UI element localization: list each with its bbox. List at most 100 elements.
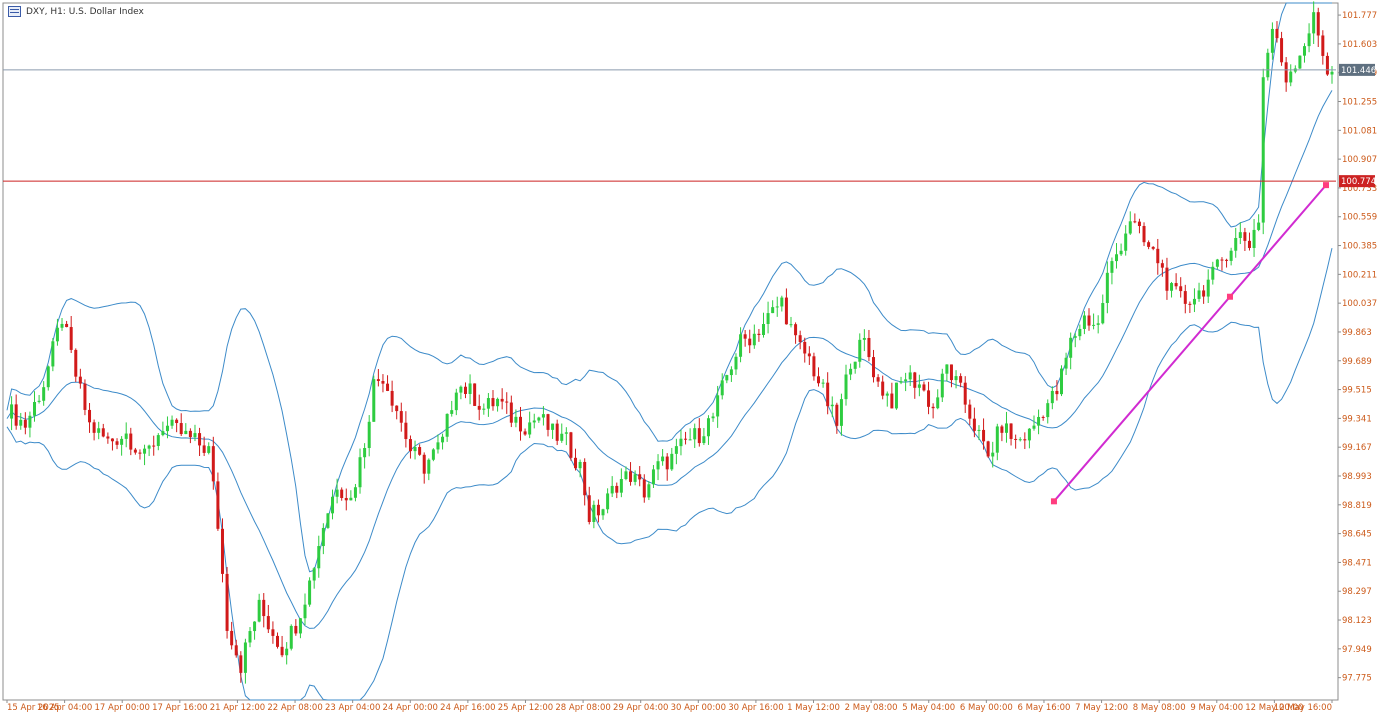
candle-body bbox=[908, 372, 912, 380]
candle-body bbox=[1289, 71, 1293, 83]
candle-body bbox=[289, 625, 293, 649]
price-tick-label: 98.297 bbox=[1342, 587, 1372, 597]
candle-body bbox=[42, 387, 46, 401]
candle-body bbox=[592, 504, 596, 523]
candle-body bbox=[528, 422, 532, 435]
candle-body bbox=[1018, 439, 1022, 441]
candle-body bbox=[858, 339, 862, 362]
trendline-start-handle[interactable] bbox=[1050, 498, 1057, 505]
candle-body bbox=[280, 646, 284, 656]
candle-body bbox=[587, 495, 591, 523]
candle-body bbox=[913, 372, 917, 388]
candle-body bbox=[927, 390, 931, 407]
candle-body bbox=[949, 364, 953, 381]
candle-body bbox=[684, 438, 688, 440]
candle-body bbox=[1046, 403, 1050, 418]
candle-body bbox=[1170, 283, 1174, 291]
candle-body bbox=[771, 307, 775, 314]
candle-body bbox=[853, 361, 857, 369]
price-tick-label: 100.559 bbox=[1342, 213, 1377, 223]
candle-body bbox=[963, 382, 967, 405]
candle-body bbox=[899, 381, 903, 383]
candle-body bbox=[1174, 283, 1178, 287]
candle-body bbox=[780, 297, 784, 307]
candle-body bbox=[1202, 290, 1206, 297]
time-tick-label: 24 Apr 00:00 bbox=[383, 703, 438, 713]
chart-window: 101.777101.603101.429101.255101.081100.9… bbox=[0, 0, 1385, 719]
candle-body bbox=[596, 504, 600, 516]
candle-body bbox=[422, 454, 426, 474]
candle-body bbox=[739, 334, 743, 357]
candle-body bbox=[101, 428, 105, 437]
candle-body bbox=[60, 323, 64, 328]
candle-body bbox=[807, 353, 811, 357]
candle-body bbox=[97, 428, 101, 433]
candle-body bbox=[211, 446, 215, 482]
time-tick-label: 6 May 16:00 bbox=[1018, 703, 1071, 713]
candle-body bbox=[1330, 71, 1334, 75]
candle-body bbox=[463, 386, 467, 394]
price-tick-label: 98.471 bbox=[1342, 558, 1372, 568]
candle-body bbox=[1050, 390, 1054, 404]
candle-body bbox=[826, 382, 830, 407]
candle-body bbox=[917, 384, 921, 388]
candle-body bbox=[1266, 52, 1270, 78]
candle-body bbox=[482, 408, 486, 410]
candle-body bbox=[1275, 28, 1279, 39]
price-axis: 101.777101.603101.429101.255101.081100.9… bbox=[1338, 11, 1377, 684]
candle-body bbox=[1238, 232, 1242, 238]
candle-body bbox=[968, 404, 972, 419]
candle-body bbox=[1009, 423, 1013, 439]
candle-body bbox=[839, 399, 843, 426]
price-tick-label: 99.689 bbox=[1342, 357, 1372, 367]
time-tick-label: 17 Apr 16:00 bbox=[152, 703, 207, 713]
candle-body bbox=[381, 381, 385, 384]
candle-body bbox=[844, 374, 848, 400]
candle-body bbox=[555, 423, 559, 441]
time-tick-label: 6 May 00:00 bbox=[960, 703, 1013, 713]
candle-body bbox=[413, 447, 417, 452]
candle-body bbox=[1270, 28, 1274, 53]
candle-body bbox=[752, 333, 756, 346]
candle-body bbox=[922, 384, 926, 391]
candle-body bbox=[395, 405, 399, 412]
candle-body bbox=[243, 642, 247, 673]
price-tick-label: 101.777 bbox=[1342, 11, 1377, 21]
candle-body bbox=[1316, 12, 1320, 36]
candle-body bbox=[390, 390, 394, 406]
candle-body bbox=[230, 630, 234, 646]
trendline-end-handle[interactable] bbox=[1323, 182, 1329, 189]
candle-body bbox=[193, 433, 197, 438]
candle-body bbox=[766, 313, 770, 325]
candle-body bbox=[418, 447, 422, 455]
candle-body bbox=[1037, 416, 1041, 426]
candle-body bbox=[1137, 221, 1141, 227]
price-tick-label: 101.255 bbox=[1342, 98, 1377, 108]
candle-body bbox=[198, 433, 202, 446]
candle-body bbox=[574, 457, 578, 469]
candle-body bbox=[876, 377, 880, 382]
candle-body bbox=[51, 341, 55, 367]
candle-body bbox=[115, 441, 119, 445]
candle-body bbox=[835, 404, 839, 426]
trendline-mid-handle[interactable] bbox=[1226, 293, 1233, 300]
candle-body bbox=[629, 471, 633, 482]
candle-body bbox=[188, 430, 192, 438]
candle-body bbox=[74, 349, 78, 377]
candle-body bbox=[298, 618, 302, 634]
candle-body bbox=[867, 337, 871, 358]
candle-body bbox=[450, 410, 454, 414]
candle-body bbox=[271, 629, 275, 636]
price-chart[interactable]: 101.777101.603101.429101.255101.081100.9… bbox=[0, 0, 1385, 719]
candle-body bbox=[363, 448, 367, 458]
candle-body bbox=[1059, 368, 1063, 395]
candle-body bbox=[1302, 46, 1306, 56]
current-price-tag: 101.446 bbox=[1341, 66, 1376, 76]
candle-body bbox=[977, 429, 981, 431]
candle-body bbox=[285, 648, 289, 656]
price-tick-label: 99.863 bbox=[1342, 328, 1372, 338]
candle-body bbox=[1023, 439, 1027, 441]
time-tick-label: 22 Apr 08:00 bbox=[267, 703, 322, 713]
candle-body bbox=[1206, 279, 1210, 297]
candle-body bbox=[1156, 248, 1160, 264]
